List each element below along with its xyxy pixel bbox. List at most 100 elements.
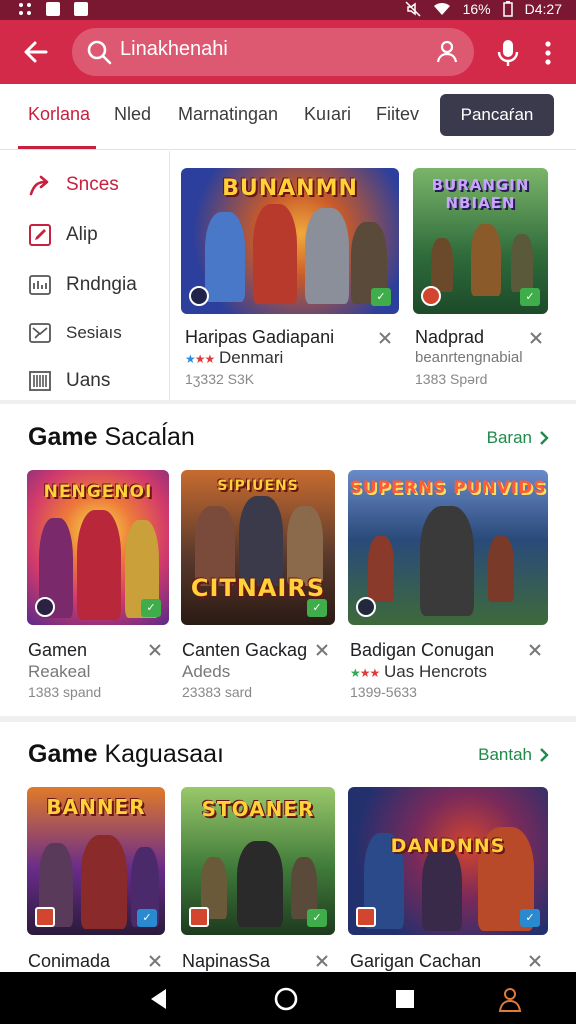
character-figure — [205, 212, 245, 302]
game-title[interactable]: Conimada — [28, 951, 110, 972]
search-input[interactable]: Linakhenahi — [72, 28, 474, 76]
verified-badge-icon: ✓ — [371, 288, 391, 306]
mic-icon[interactable] — [494, 38, 522, 68]
tab-nled[interactable]: Nled — [114, 104, 151, 125]
game-card-image[interactable]: NENGENOI ✓ — [27, 470, 169, 625]
more-options-icon[interactable] — [538, 38, 558, 68]
dismiss-icon[interactable] — [528, 643, 542, 657]
pancaran-button[interactable]: Pancaŕan — [440, 94, 554, 136]
game-card-image[interactable]: DANDNNS ✓ — [348, 787, 548, 935]
game-card-image[interactable]: BUNANMN ✓ — [181, 168, 399, 314]
dismiss-icon[interactable] — [148, 954, 162, 968]
section-title: Game Kaguasaaı — [28, 740, 224, 768]
section-more-link[interactable]: Baran — [487, 428, 550, 448]
nav-back-icon[interactable] — [146, 986, 172, 1012]
game-meta: 1383 spand — [28, 684, 102, 700]
category-tabs: Korlana Nled Marnatingan Kuıari Fiitev P… — [0, 84, 576, 150]
game-subtitle: Reakeal — [28, 662, 91, 681]
game-title[interactable]: NapinasSa — [182, 951, 270, 972]
publisher-badge-icon — [421, 286, 441, 306]
account-icon[interactable] — [434, 38, 460, 64]
sidebar-item-uans[interactable]: Uans — [28, 369, 110, 393]
app-notification-icon — [46, 2, 60, 16]
character-figure — [253, 204, 297, 304]
more-label: Baran — [486, 428, 532, 447]
character-figure — [420, 506, 474, 616]
game-title[interactable]: Badigan Conugan — [350, 640, 494, 661]
back-button[interactable] — [18, 34, 54, 70]
game-meta: 1399-5633 — [350, 684, 417, 700]
game-card-image[interactable]: STOANER ✓ — [181, 787, 335, 935]
wifi-icon — [433, 2, 450, 16]
sidebar-item-snces[interactable]: Snces — [28, 173, 119, 197]
sidebar: Snces Alip Rndngia Sesiaıs Uans — [0, 151, 170, 401]
tab-marnatingan[interactable]: Marnatingan — [178, 104, 278, 125]
game-title[interactable]: Nadprad — [415, 327, 484, 348]
character-figure — [237, 841, 283, 927]
verified-badge-icon: ✓ — [520, 909, 540, 927]
game-title[interactable]: Gamen — [28, 640, 87, 661]
trending-arrow-icon — [29, 175, 49, 196]
game-subtitle: Adeds — [182, 662, 231, 681]
dismiss-icon[interactable] — [529, 331, 543, 345]
game-art-title: BUNANMN — [222, 176, 358, 201]
dismiss-icon[interactable] — [315, 643, 329, 657]
nav-home-icon[interactable] — [273, 986, 299, 1012]
character-figure — [431, 238, 453, 292]
game-subtitle: ★★★ Uas Hencrots — [350, 662, 487, 681]
character-figure — [488, 536, 514, 602]
tab-kuiari[interactable]: Kuıari — [304, 104, 351, 125]
game-card-image[interactable]: BURANGIN NBIAEN ✓ — [413, 168, 548, 314]
notification-dots-icon — [19, 3, 31, 15]
sidebar-item-label: Uans — [66, 370, 111, 391]
verified-badge-icon: ✓ — [141, 599, 161, 617]
character-figure — [81, 835, 127, 929]
chevron-right-icon — [540, 748, 549, 762]
more-label: Bantah — [478, 745, 532, 764]
game-subtitle: beanrtengnabial — [415, 349, 523, 366]
section-more-link[interactable]: Bantah — [478, 745, 550, 765]
dismiss-icon[interactable] — [528, 954, 542, 968]
game-meta: 23383 sard — [182, 684, 253, 700]
character-figure — [77, 510, 121, 620]
status-bar: 16% D4:27 — [0, 0, 576, 20]
game-subtitle: ★★★ Denmari — [185, 348, 284, 367]
dismiss-icon[interactable] — [315, 954, 329, 968]
verified-badge-icon: ✓ — [137, 909, 157, 927]
battery-icon — [502, 1, 513, 17]
sidebar-item-rndngia[interactable]: Rndngia — [28, 273, 137, 297]
back-arrow-icon — [24, 41, 48, 63]
game-title[interactable]: Garigan Cachan — [350, 951, 481, 972]
dismiss-icon[interactable] — [378, 331, 392, 345]
tab-fiitev[interactable]: Fiitev — [376, 104, 419, 125]
character-figure — [368, 536, 394, 602]
game-title[interactable]: Canten Gackag — [182, 640, 307, 661]
rating-stars-icon: ★★★ — [185, 352, 215, 366]
publisher-badge-icon — [356, 907, 376, 927]
verified-badge-icon: ✓ — [520, 288, 540, 306]
game-art-title: BANNER — [46, 795, 146, 819]
sidebar-item-alip[interactable]: Alip — [28, 223, 98, 247]
game-title[interactable]: Haripas Gadiapani — [185, 327, 334, 348]
chart-box-icon — [29, 275, 51, 295]
tab-korlana[interactable]: Korlana — [28, 104, 90, 125]
nav-recents-icon[interactable] — [392, 986, 418, 1012]
screenshot-icon — [74, 2, 88, 16]
barcode-list-icon — [29, 371, 51, 391]
game-art-title: SUPERNS PUNVIDS — [349, 478, 547, 498]
search-icon — [87, 40, 112, 65]
dismiss-icon[interactable] — [148, 643, 162, 657]
game-card-image[interactable]: SIPIUENS CITNAIRS ✓ — [181, 470, 335, 625]
game-art-title-top: SIPIUENS — [217, 478, 299, 494]
game-card-image[interactable]: SUPERNS PUNVIDS — [348, 470, 548, 625]
character-figure — [239, 496, 283, 586]
sidebar-item-label: Rndngia — [66, 274, 137, 295]
character-figure — [305, 208, 349, 304]
section-divider — [0, 400, 576, 404]
rating-stars-icon: ★★★ — [350, 666, 380, 680]
game-meta: 1ʒ332 S3K — [185, 371, 255, 387]
game-card-image[interactable]: BANNER ✓ — [27, 787, 165, 935]
publisher-badge-icon — [189, 286, 209, 306]
sidebar-item-sesiais[interactable]: Sesiaıs — [28, 321, 122, 345]
nav-profile-icon[interactable] — [497, 986, 523, 1012]
